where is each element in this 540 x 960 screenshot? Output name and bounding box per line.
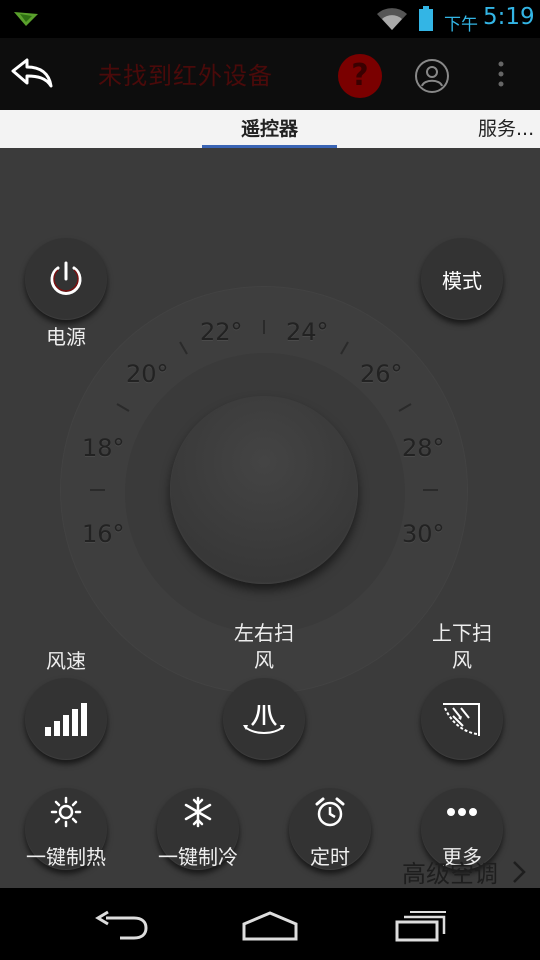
page-title: 未找到红外设备 <box>98 62 273 90</box>
status-clock: 5:19 <box>483 4 535 30</box>
mode-button[interactable]: 模式 <box>421 238 503 320</box>
chevron-right-icon <box>512 860 526 888</box>
timer-label: 定时 <box>310 845 350 869</box>
swing-vertical-button[interactable] <box>421 678 503 760</box>
user-icon[interactable] <box>414 58 450 98</box>
signal-bars-icon <box>45 703 87 736</box>
one-key-heat-label: 一键制热 <box>26 845 106 869</box>
mode-label: 模式 <box>442 268 482 293</box>
temp-label-26: 26° <box>360 360 403 388</box>
dial-knob[interactable] <box>170 396 358 584</box>
advanced-ac-link[interactable]: 高级空调 <box>402 854 526 888</box>
tab-remote-label: 遥控器 <box>240 118 298 140</box>
temp-label-28: 28° <box>402 434 445 462</box>
alarm-clock-icon <box>314 796 346 832</box>
action-bar: 未找到红外设备 ? <box>0 38 540 110</box>
swing-horizontal-icon <box>243 704 285 734</box>
status-ampm: 下午 <box>444 15 478 35</box>
fan-speed-button[interactable] <box>25 678 107 760</box>
nav-home-icon[interactable] <box>241 910 299 946</box>
system-nav-bar <box>0 888 540 960</box>
swing-horizontal-label-1: 左右扫 <box>234 621 294 645</box>
power-button[interactable] <box>25 238 107 320</box>
advanced-ac-label: 高级空调 <box>402 860 498 888</box>
back-arrow-icon[interactable] <box>10 56 54 94</box>
tab-remote[interactable]: 遥控器 <box>202 110 337 148</box>
fan-speed-label: 风速 <box>46 649 86 673</box>
swing-vertical-label-1: 上下扫 <box>432 621 492 645</box>
status-bar: 下午 5:19 <box>0 0 540 38</box>
tab-service[interactable]: 服务... <box>478 110 534 148</box>
temp-label-18: 18° <box>82 434 125 462</box>
temp-label-16: 16° <box>82 520 125 548</box>
swing-horizontal-label-2: 风 <box>254 648 274 672</box>
swing-vertical-label-2: 风 <box>452 648 472 672</box>
snowflake-icon <box>182 796 214 832</box>
notification-icon <box>12 10 40 32</box>
power-icon <box>50 261 82 295</box>
overflow-menu-icon[interactable] <box>496 60 506 94</box>
temp-label-24: 24° <box>286 318 329 346</box>
temp-label-20: 20° <box>126 360 169 388</box>
remote-panel: 16° 18° 20° 22° 24° 26° 28° 30° 电源 模式 风速… <box>0 148 540 888</box>
swing-horizontal-button[interactable] <box>223 678 305 760</box>
one-key-cool-label: 一键制冷 <box>158 845 238 869</box>
help-button[interactable]: ? <box>338 54 382 98</box>
sun-icon <box>50 796 82 832</box>
tab-bar: 遥控器 服务... <box>0 110 540 148</box>
nav-recent-apps-icon[interactable] <box>394 910 448 946</box>
temp-label-30: 30° <box>402 520 445 548</box>
battery-icon <box>418 6 434 36</box>
power-label: 电源 <box>46 325 86 349</box>
nav-back-icon[interactable] <box>94 910 148 944</box>
wifi-icon <box>376 6 408 36</box>
temp-label-22: 22° <box>200 318 243 346</box>
swing-vertical-icon <box>443 703 480 736</box>
more-dots-icon <box>446 804 478 823</box>
